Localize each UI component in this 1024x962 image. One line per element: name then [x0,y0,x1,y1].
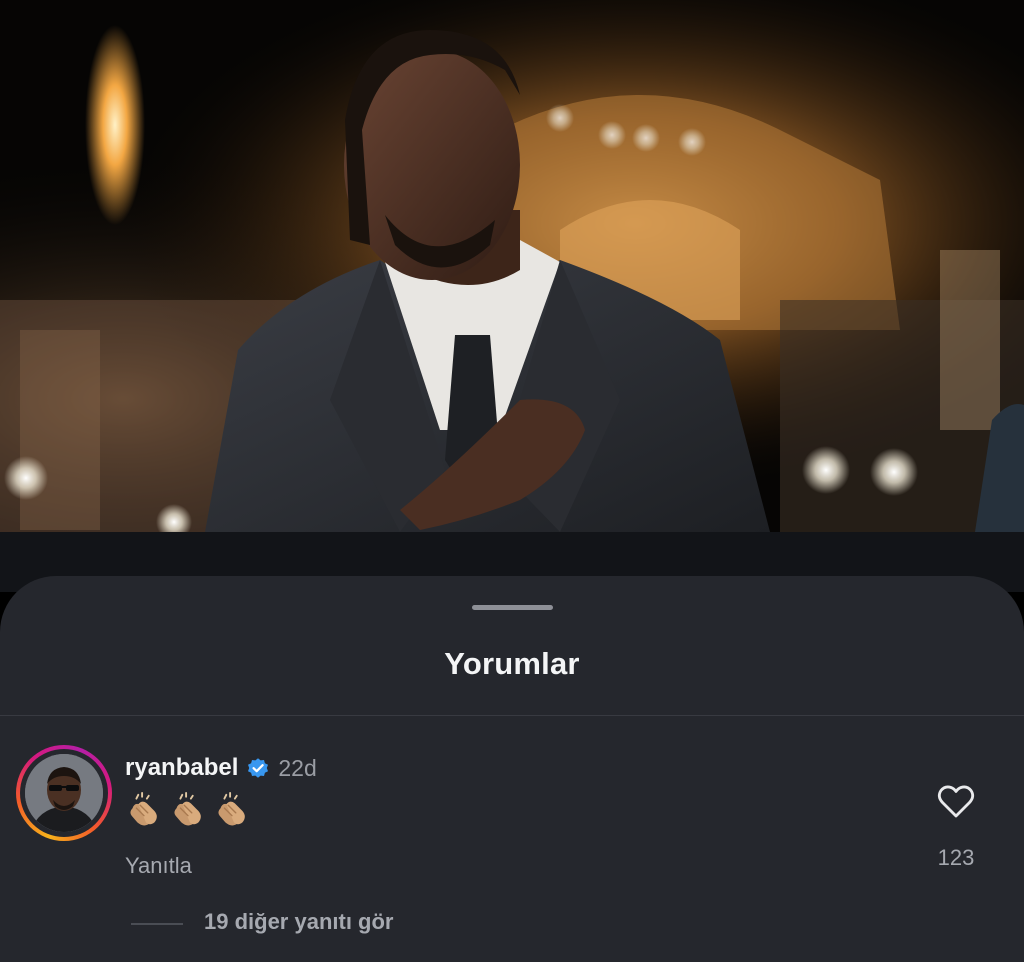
clapping-hands-emoji-icon [218,791,245,826]
comment-username[interactable]: ryanbabel [125,754,238,782]
comments-screen: Yorumlar ryanbabel 22d Yanıtla 123 19 di… [0,0,1024,962]
video-frame[interactable] [0,0,1024,532]
sheet-title: Yorumlar [444,646,580,681]
comments-sheet: Yorumlar ryanbabel 22d Yanıtla 123 19 di… [0,576,1024,962]
comment-timestamp: 22d [278,754,317,781]
clapping-hands-emoji-icon [130,791,157,826]
clapping-hands-emoji-icon [174,791,201,826]
comment-header: ryanbabel 22d [125,752,317,784]
video-image [0,0,1024,532]
avatar-story-ring[interactable] [16,745,112,841]
sheet-divider [0,715,1024,716]
sheet-grabber-handle[interactable] [472,605,553,610]
comment-text [125,790,251,830]
view-replies-button[interactable]: 19 diğer yanıtı gör [204,909,394,935]
like-count: 123 [937,845,975,870]
avatar [25,754,103,832]
reply-button[interactable]: Yanıtla [125,853,192,879]
replies-divider-line [131,923,183,925]
verified-badge-icon [248,758,269,778]
heart-icon[interactable] [935,781,977,821]
